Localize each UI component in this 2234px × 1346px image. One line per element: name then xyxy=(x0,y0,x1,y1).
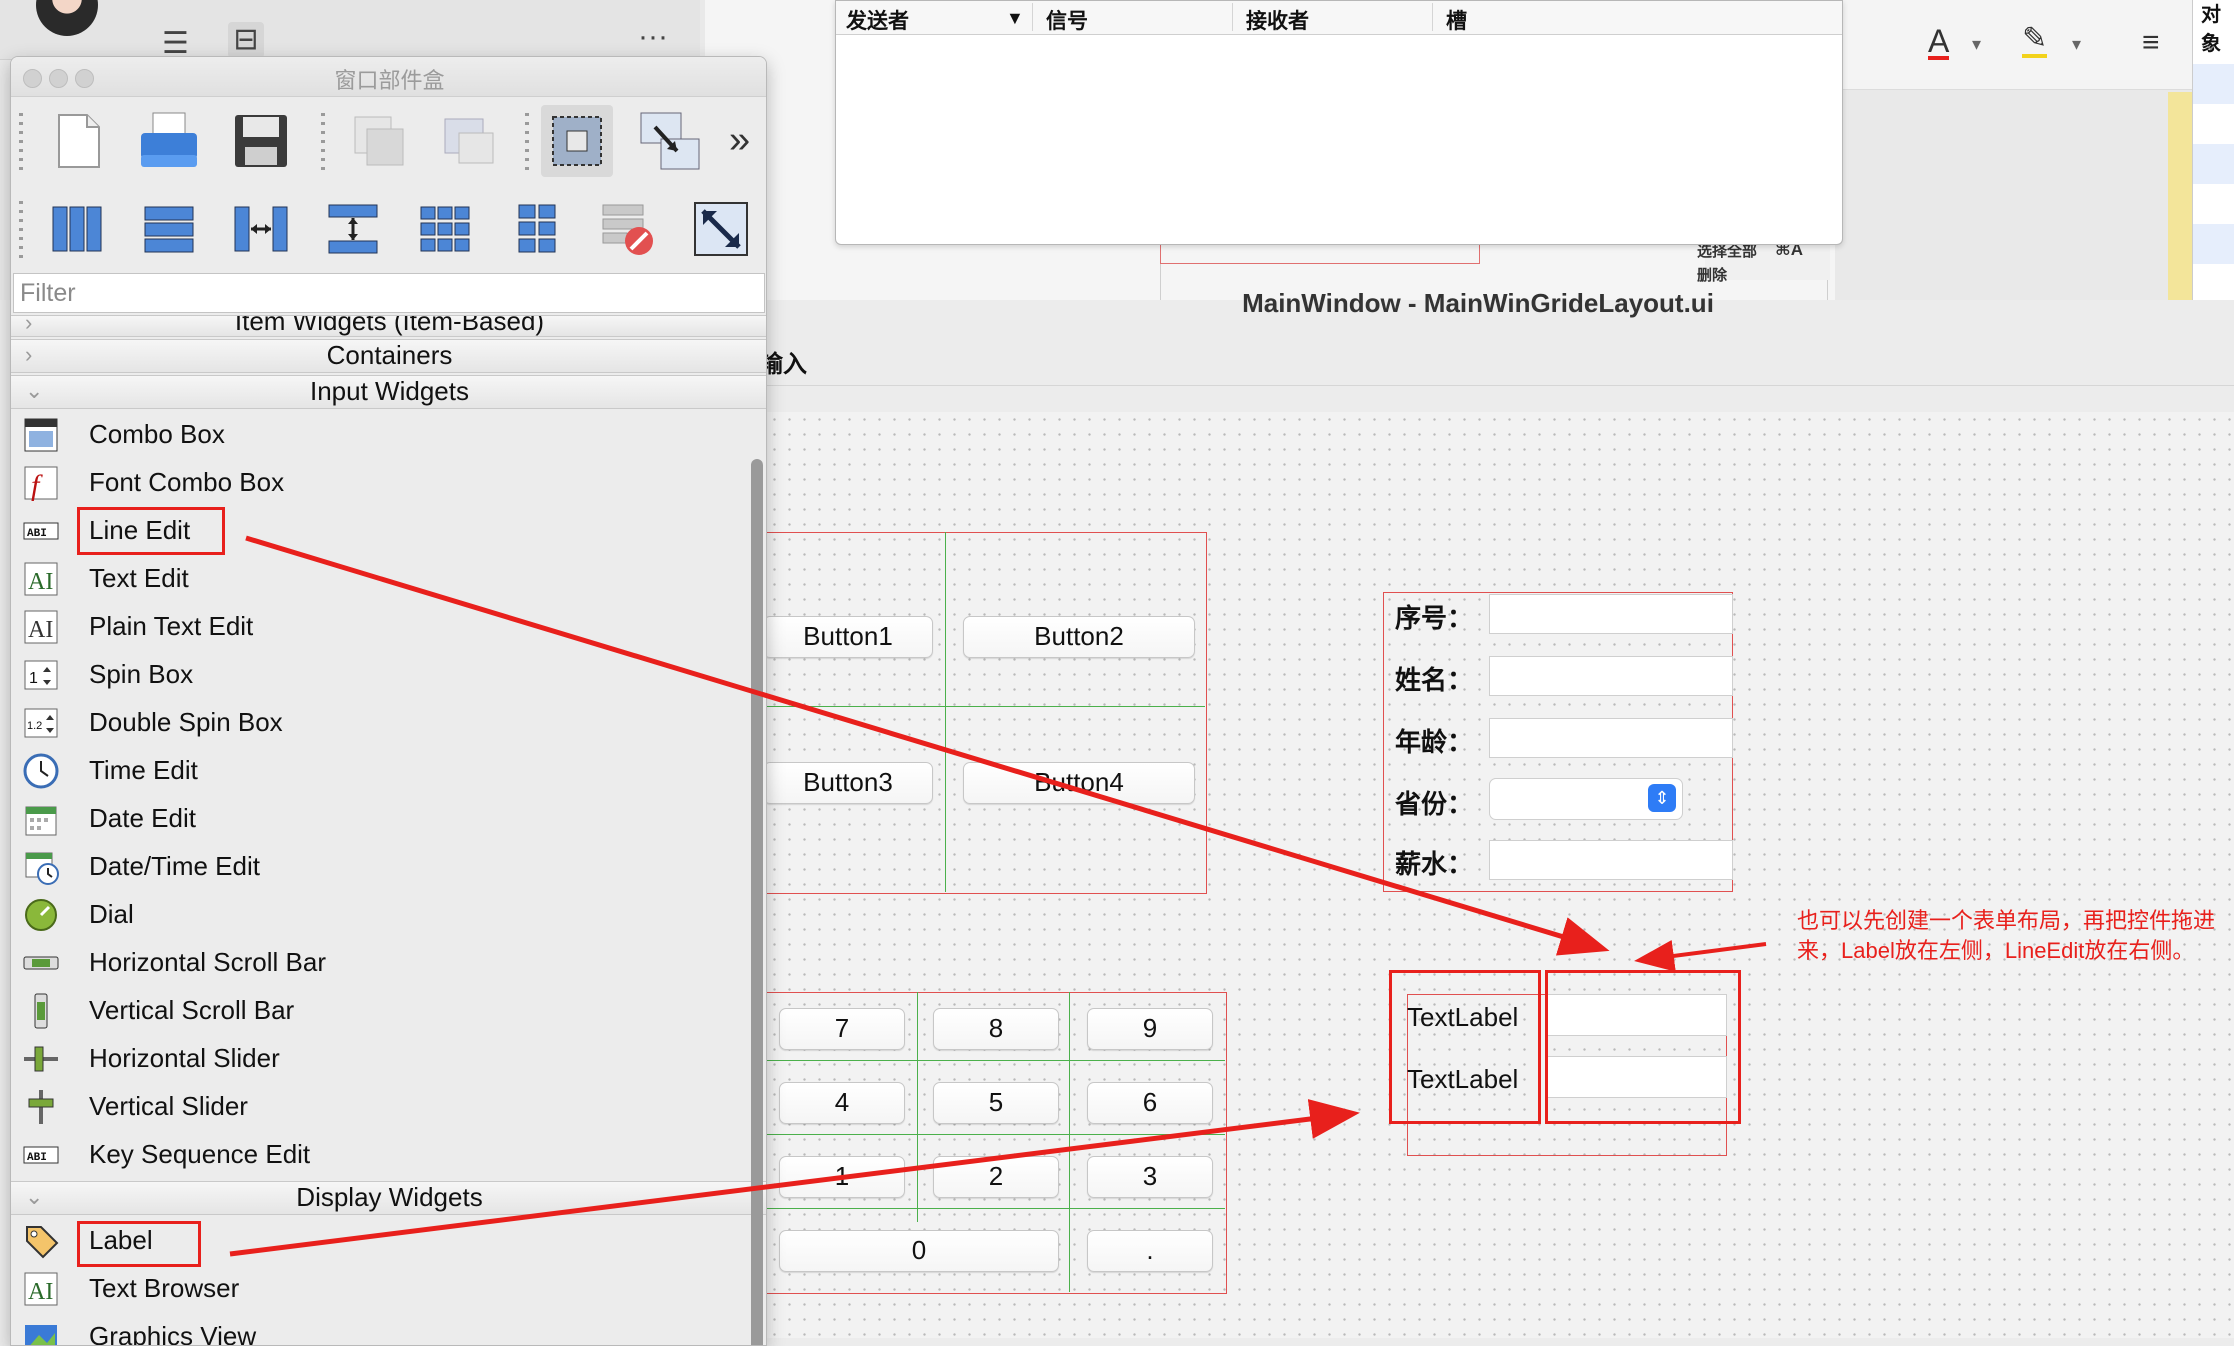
annotation-arrows xyxy=(229,535,1767,1257)
arrow-note-to-form xyxy=(1634,940,1767,972)
arrow-label-to-form xyxy=(229,1099,1360,1257)
arrow-line-edit-to-form xyxy=(245,535,1610,956)
